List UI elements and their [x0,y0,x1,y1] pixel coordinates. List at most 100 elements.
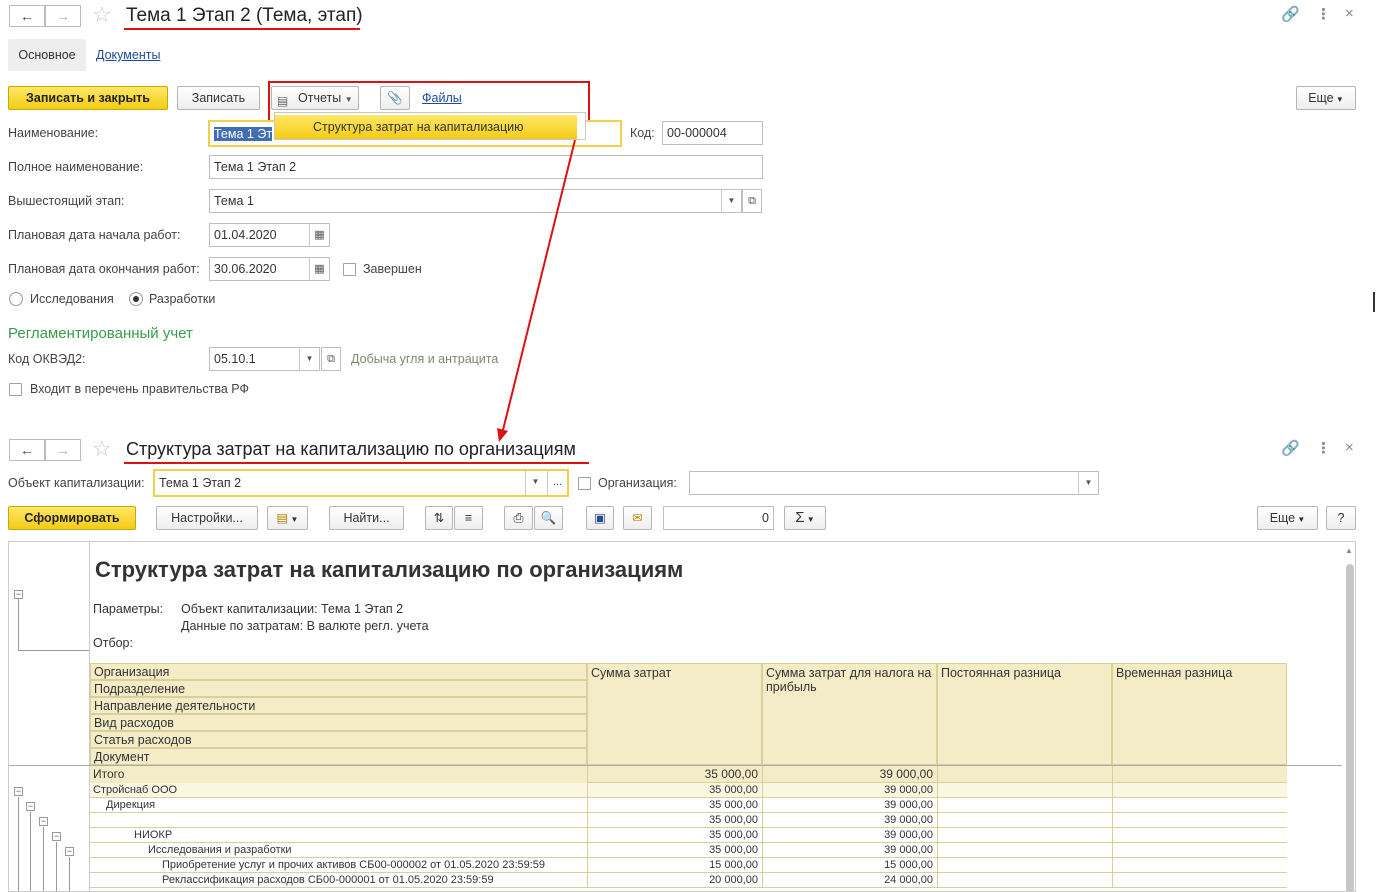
more-button[interactable]: Еще ▼ [1257,506,1318,530]
row-sum: 35 000,00 [587,843,762,858]
total-tax: 39 000,00 [762,766,937,783]
ellipsis-icon[interactable]: ... [547,471,567,495]
sum-button[interactable]: Σ ▼ [784,506,826,530]
report-area: − Структура затрат на капитализацию по о… [8,541,1356,892]
row-temporary [1112,828,1287,843]
header-document: Документ [90,748,587,765]
scroll-up-icon[interactable]: ▲ [1345,546,1353,555]
header-temporary-diff: Временная разница [1112,663,1287,765]
collapse-icon[interactable]: − [65,847,74,856]
header-expense-type: Вид расходов [90,714,587,731]
report-form-title: Структура затрат на капитализацию по орг… [126,439,576,459]
report-row-activity [90,813,587,828]
row-temporary [1112,858,1287,873]
sort-asc-icon[interactable]: ⇅ [425,506,453,530]
save-icon[interactable]: ▣ [586,506,614,530]
total-sum: 35 000,00 [587,766,762,783]
header-tax-sum: Сумма затрат для налога на прибыль [762,663,937,765]
favorite-star-icon[interactable]: ☆ [92,438,112,460]
settings-button[interactable]: Настройки... [156,506,258,530]
chevron-down-icon[interactable]: ▼ [1078,472,1098,494]
chevron-down-icon[interactable]: ▼ [525,471,545,495]
close-icon[interactable]: × [1345,440,1354,456]
report-row-expense-type: НИОКР [90,828,587,843]
params-label: Параметры: [93,602,164,616]
sigma-icon: Σ [795,509,805,526]
header-expense-item: Статья расходов [90,731,587,748]
sort-desc-icon[interactable]: ≡ [454,506,483,530]
arrow-left-icon: ← [20,442,34,458]
chevron-down-icon: ▼ [804,515,815,524]
report-row-document[interactable]: Реклассификация расходов СБ00-000001 от … [90,873,587,888]
header-permanent-diff: Постоянная разница [937,663,1112,765]
tree-line [43,827,44,891]
row-permanent [937,873,1112,888]
row-tax: 39 000,00 [762,843,937,858]
row-temporary [1112,873,1287,888]
row-tax: 39 000,00 [762,813,937,828]
row-temporary [1112,843,1287,858]
total-label: Итого [93,767,125,781]
header-organization: Организация [90,663,587,680]
row-sum: 20 000,00 [587,873,762,888]
row-tax: 15 000,00 [762,858,937,873]
sum-field: 0 [663,506,774,530]
report-title: Структура затрат на капитализацию по орг… [95,557,684,582]
report-row-organization: Стройснаб ООО [90,783,587,798]
row-permanent [937,828,1112,843]
help-button[interactable]: ? [1326,506,1356,530]
collapse-icon[interactable]: − [26,802,35,811]
row-temporary [1112,798,1287,813]
row-sum: 35 000,00 [587,798,762,813]
header-sum: Сумма затрат [587,663,762,765]
collapse-icon[interactable]: − [14,590,23,599]
print-icon[interactable]: ⎙ [504,506,533,530]
cursor-mark [1373,292,1375,312]
row-temporary [1112,813,1287,828]
object-label: Объект капитализации: [8,476,145,490]
row-temporary [1112,783,1287,798]
vertical-scrollbar[interactable] [1346,564,1354,891]
row-tax: 39 000,00 [762,783,937,798]
row-sum: 15 000,00 [587,858,762,873]
collapse-icon[interactable]: − [39,817,48,826]
row-permanent [937,843,1112,858]
report-row-document[interactable]: Приобретение услуг и прочих активов СБ00… [90,858,587,873]
preview-icon[interactable]: 🔍 [534,506,563,530]
tree-line [18,599,89,651]
link-icon[interactable]: 🔗 [1281,441,1300,457]
row-tax: 39 000,00 [762,798,937,813]
param-currency: Данные по затратам: В валюте регл. учета [181,619,429,633]
variants-button[interactable]: ▤ ▼ [267,506,308,530]
row-permanent [937,783,1112,798]
menu-dots-icon[interactable]: ⋮ [1316,441,1331,457]
tree-line [30,812,31,891]
chevron-down-icon: ▼ [1295,515,1306,524]
collapse-icon[interactable]: − [52,832,61,841]
report-row-department: Дирекция [90,798,587,813]
back-button[interactable]: ← [9,439,45,461]
object-value: Тема 1 Этап 2 [159,476,242,490]
annotation-underline [124,462,589,464]
tree-line [18,797,19,891]
filter-label: Отбор: [93,636,133,650]
total-temporary [1112,766,1287,783]
header-department: Подразделение [90,680,587,697]
org-checkbox[interactable] [578,477,591,490]
mail-icon[interactable]: ✉ [623,506,652,530]
total-permanent [937,766,1112,783]
param-object: Объект капитализации: Тема 1 Этап 2 [181,602,404,616]
row-tax: 24 000,00 [762,873,937,888]
find-button[interactable]: Найти... [329,506,404,530]
generate-button[interactable]: Сформировать [8,506,136,530]
arrow-right-icon: → [56,442,70,458]
org-label: Организация: [598,476,677,490]
tree-line [69,857,70,891]
object-input[interactable]: Тема 1 Этап 2 ▼... [153,469,569,497]
row-permanent [937,798,1112,813]
chevron-down-icon: ▼ [288,515,299,524]
collapse-icon[interactable]: − [14,787,23,796]
org-input[interactable]: ▼ [689,471,1099,495]
forward-button[interactable]: → [45,439,81,461]
row-tax: 39 000,00 [762,828,937,843]
